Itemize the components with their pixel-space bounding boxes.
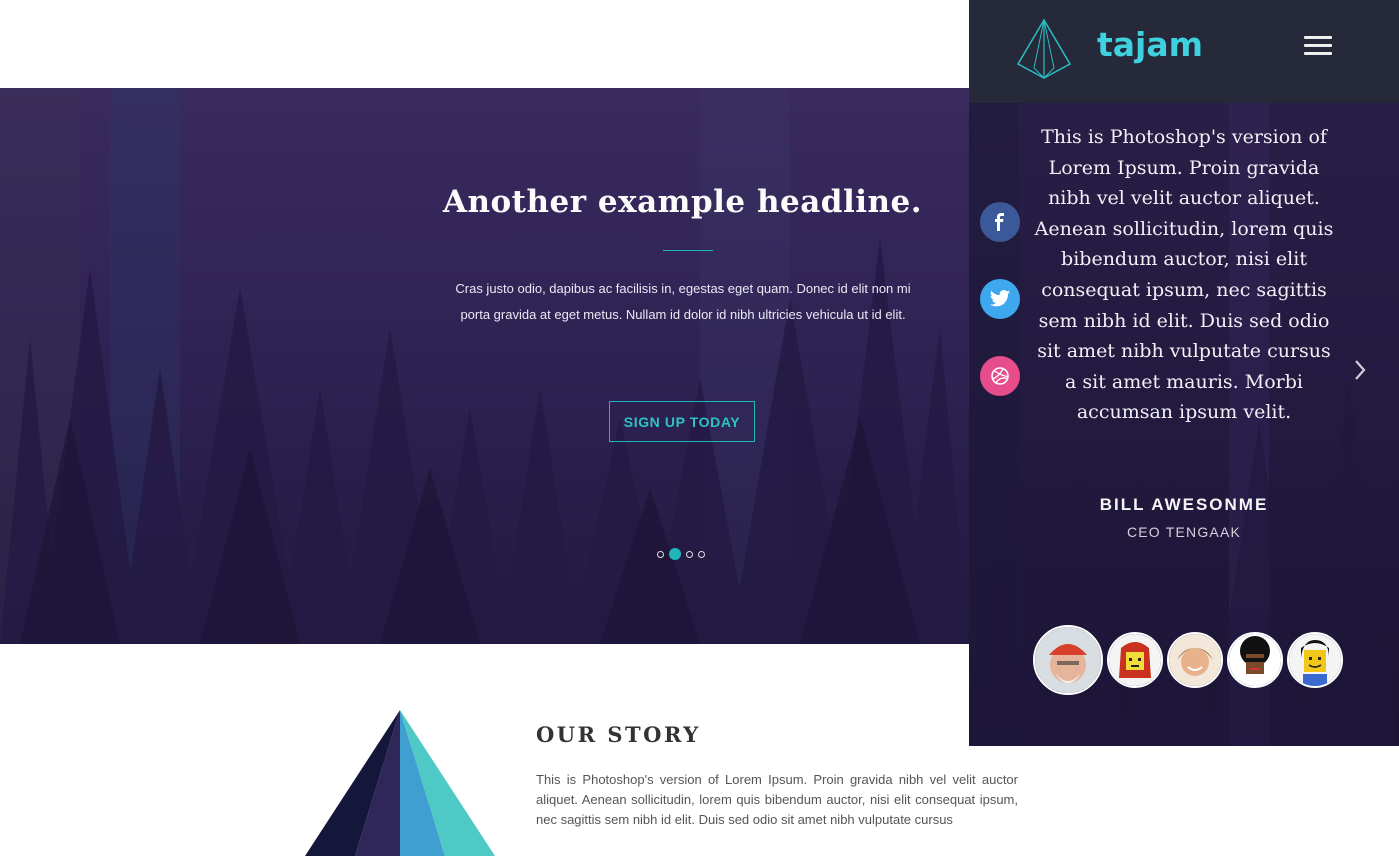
chevron-right-icon[interactable] <box>1353 358 1367 382</box>
carousel-dot-2[interactable] <box>669 548 681 560</box>
carousel-dot-4[interactable] <box>698 550 705 558</box>
carousel-dot-1[interactable] <box>657 550 664 558</box>
hamburger-icon[interactable] <box>1304 36 1332 56</box>
sign-up-button[interactable]: SIGN UP TODAY <box>609 401 755 442</box>
facebook-icon[interactable] <box>980 202 1020 242</box>
carousel-indicators <box>657 548 710 560</box>
story-text: This is Photoshop's version of Lorem Ips… <box>536 772 1018 827</box>
dribbble-icon[interactable] <box>980 356 1020 396</box>
hero-description: Cras justo odio, dapibus ac facilisis in… <box>455 281 911 322</box>
avatar-2[interactable] <box>1107 632 1163 688</box>
forest-background <box>0 88 969 644</box>
mobile-preview: tajam This is Photoshop's version of Lor… <box>969 0 1399 746</box>
mobile-header: tajam <box>969 0 1399 103</box>
story-title: OUR STORY <box>536 722 701 747</box>
pyramid-logo-illustration <box>305 710 495 856</box>
avatar-4[interactable] <box>1227 632 1283 688</box>
hero-slider: Another example headline. Cras justo odi… <box>0 88 969 644</box>
headline-divider <box>663 250 713 251</box>
testimonial-author-name: BILL AWESONME <box>1099 495 1269 514</box>
brand-name[interactable]: tajam <box>1097 25 1203 64</box>
testimonial-avatars <box>1033 625 1347 695</box>
avatar-1[interactable] <box>1033 625 1103 695</box>
testimonial-author-role: CEO TENGAAK <box>1126 524 1242 540</box>
twitter-icon[interactable] <box>980 279 1020 319</box>
testimonial-quote: This is Photoshop's version of Lorem Ips… <box>1034 126 1334 424</box>
avatar-3[interactable] <box>1167 632 1223 688</box>
hero-headline: Another example headline. <box>442 184 923 220</box>
carousel-dot-3[interactable] <box>686 550 693 558</box>
avatar-5[interactable] <box>1287 632 1343 688</box>
pyramid-logo-icon[interactable] <box>1016 18 1072 80</box>
